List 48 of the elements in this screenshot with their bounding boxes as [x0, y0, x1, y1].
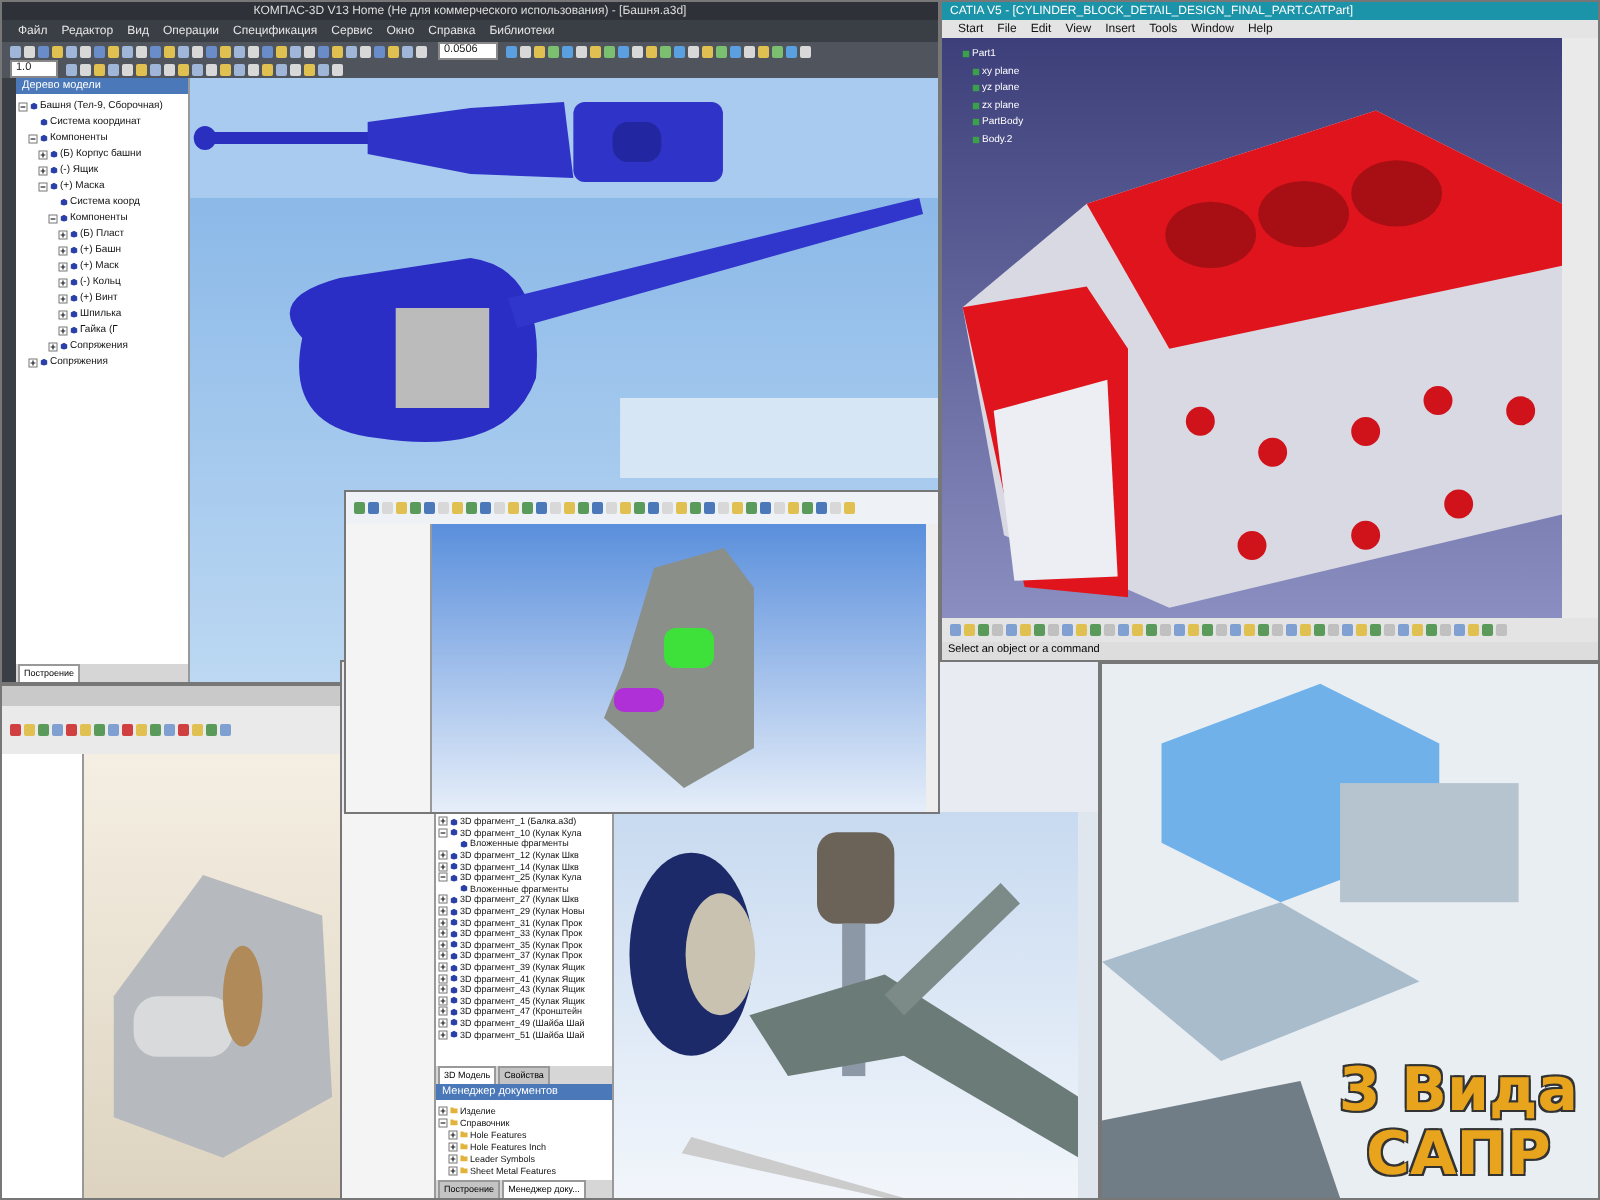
expand-toggle-icon[interactable] [58, 293, 68, 303]
caption-text: САПР [1365, 1123, 1551, 1186]
part-icon [40, 358, 48, 366]
expand-toggle-icon[interactable] [438, 1029, 448, 1040]
expand-toggle-icon[interactable] [38, 165, 48, 175]
expand-toggle-icon[interactable] [438, 973, 448, 984]
expand-toggle-icon[interactable] [438, 1017, 448, 1028]
expand-toggle-icon[interactable] [438, 917, 448, 928]
expand-toggle-icon[interactable] [58, 261, 68, 271]
expand-toggle-icon[interactable] [438, 1105, 448, 1115]
expand-toggle-icon[interactable] [448, 1129, 458, 1139]
toolbar-icons-drawing[interactable] [10, 724, 234, 736]
expand-toggle-icon[interactable] [438, 894, 448, 905]
expand-toggle-icon[interactable] [438, 1117, 448, 1127]
expand-toggle-icon[interactable] [58, 277, 68, 287]
expand-toggle-icon[interactable] [58, 325, 68, 335]
toolbar-icons-drawing[interactable] [10, 45, 430, 57]
expand-toggle-icon[interactable] [438, 861, 448, 872]
expand-toggle-icon[interactable] [48, 213, 58, 223]
expand-toggle-icon[interactable] [28, 133, 38, 143]
expand-toggle-icon[interactable] [438, 850, 448, 861]
expand-toggle-icon[interactable] [438, 816, 448, 827]
toolbar-icons-drawing[interactable] [950, 624, 1510, 636]
caption-text: 3 Вида [1338, 1060, 1578, 1123]
expand-toggle-icon[interactable] [58, 229, 68, 239]
expand-toggle-icon[interactable] [18, 101, 28, 111]
expand-toggle-icon[interactable] [438, 827, 448, 838]
expand-toggle-icon[interactable] [438, 906, 448, 917]
expand-toggle-icon[interactable] [438, 950, 448, 961]
toolbar-icons-drawing[interactable] [66, 63, 346, 75]
expand-toggle-icon[interactable] [438, 984, 448, 995]
expand-toggle-icon[interactable] [448, 1141, 458, 1151]
toolbar-icons-drawing[interactable] [506, 45, 814, 57]
expand-toggle-icon[interactable] [58, 245, 68, 255]
expand-toggle-icon[interactable] [438, 1006, 448, 1017]
expand-toggle-icon[interactable] [58, 309, 68, 319]
expand-toggle-icon[interactable] [448, 1165, 458, 1175]
expand-toggle-icon[interactable] [438, 939, 448, 950]
expand-toggle-icon[interactable] [38, 149, 48, 159]
toolbar-icons-drawing[interactable] [354, 502, 858, 514]
expand-toggle-icon[interactable] [48, 341, 58, 351]
expand-toggle-icon[interactable] [448, 1153, 458, 1163]
expand-toggle-icon[interactable] [438, 928, 448, 939]
expand-toggle-icon[interactable] [438, 962, 448, 973]
expand-toggle-icon[interactable] [28, 357, 38, 367]
expand-toggle-icon[interactable] [38, 181, 48, 191]
expand-toggle-icon[interactable] [438, 995, 448, 1006]
expand-toggle-icon[interactable] [438, 872, 448, 883]
